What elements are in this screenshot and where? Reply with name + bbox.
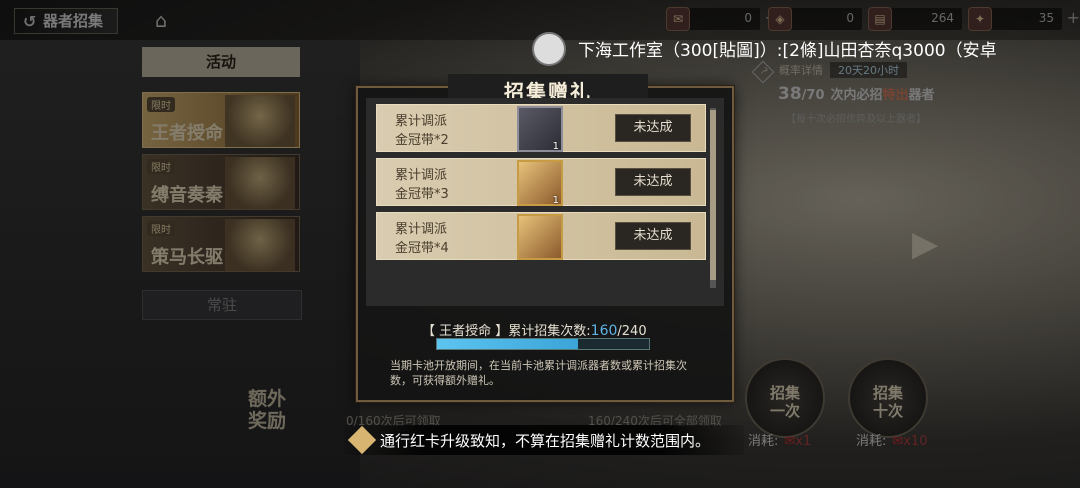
- progress-prefix: 【 王者授命 】累计招集次数:: [422, 324, 591, 339]
- progress-total: /240: [617, 324, 647, 339]
- reward-condition: 累计调派: [395, 222, 448, 237]
- character-portrait-icon[interactable]: 1: [517, 160, 563, 206]
- chat-banner: 下海工作室（300[貼圖]）:[2條]山田杏奈q3000（安卓: [530, 30, 1025, 66]
- character-portrait-icon[interactable]: [517, 214, 563, 260]
- item-count: 1: [552, 195, 559, 206]
- reward-status-button[interactable]: 未达成: [615, 114, 691, 142]
- avatar: [532, 32, 566, 66]
- info-diamond-icon: [347, 425, 377, 455]
- progress-current: 160: [590, 323, 618, 339]
- item-count: 1: [552, 141, 559, 152]
- reward-condition: 累计调派: [395, 168, 448, 183]
- reward-status-button[interactable]: 未达成: [615, 168, 691, 196]
- reward-row: 累计调派 金冠带*3 1 未达成: [376, 158, 706, 206]
- reward-name: 金冠带*4: [395, 241, 449, 256]
- reward-list[interactable]: 累计调派 金冠带*2 1 未达成 累计调派 金冠带*3 1 未达成 累计调派 金…: [366, 98, 724, 306]
- dialog-description: 当期卡池开放期间，在当前卡池累计调派器者数或累计招集次数，可获得额外赠礼。: [390, 359, 687, 387]
- progress-bar: [436, 338, 650, 350]
- toast-message: 通行红卡升级致知，不算在招集赠礼计数范围内。: [344, 425, 744, 455]
- reward-name: 金冠带*2: [395, 133, 449, 148]
- reward-status-button[interactable]: 未达成: [615, 222, 691, 250]
- reward-condition: 累计调派: [395, 114, 448, 129]
- reward-row: 累计调派 金冠带*4 未达成: [376, 212, 706, 260]
- recruit-gift-dialog: 招集赠礼 累计调派 金冠带*2 1 未达成 累计调派 金冠带*3 1 未达成 累…: [356, 74, 734, 402]
- progress-label: 【 王者授命 】累计招集次数:160/240: [422, 320, 647, 339]
- chat-message: 下海工作室（300[貼圖]）:[2條]山田杏奈q3000（安卓: [578, 41, 997, 61]
- reward-name: 金冠带*3: [395, 187, 449, 202]
- toast-text: 通行红卡升级致知，不算在招集赠礼计数范围内。: [380, 432, 711, 450]
- list-scrollbar[interactable]: [710, 108, 716, 288]
- scrollbar-thumb[interactable]: [710, 110, 716, 280]
- reward-row: 累计调派 金冠带*2 1 未达成: [376, 104, 706, 152]
- box-item-icon[interactable]: 1: [517, 106, 563, 152]
- progress-fill: [437, 339, 579, 349]
